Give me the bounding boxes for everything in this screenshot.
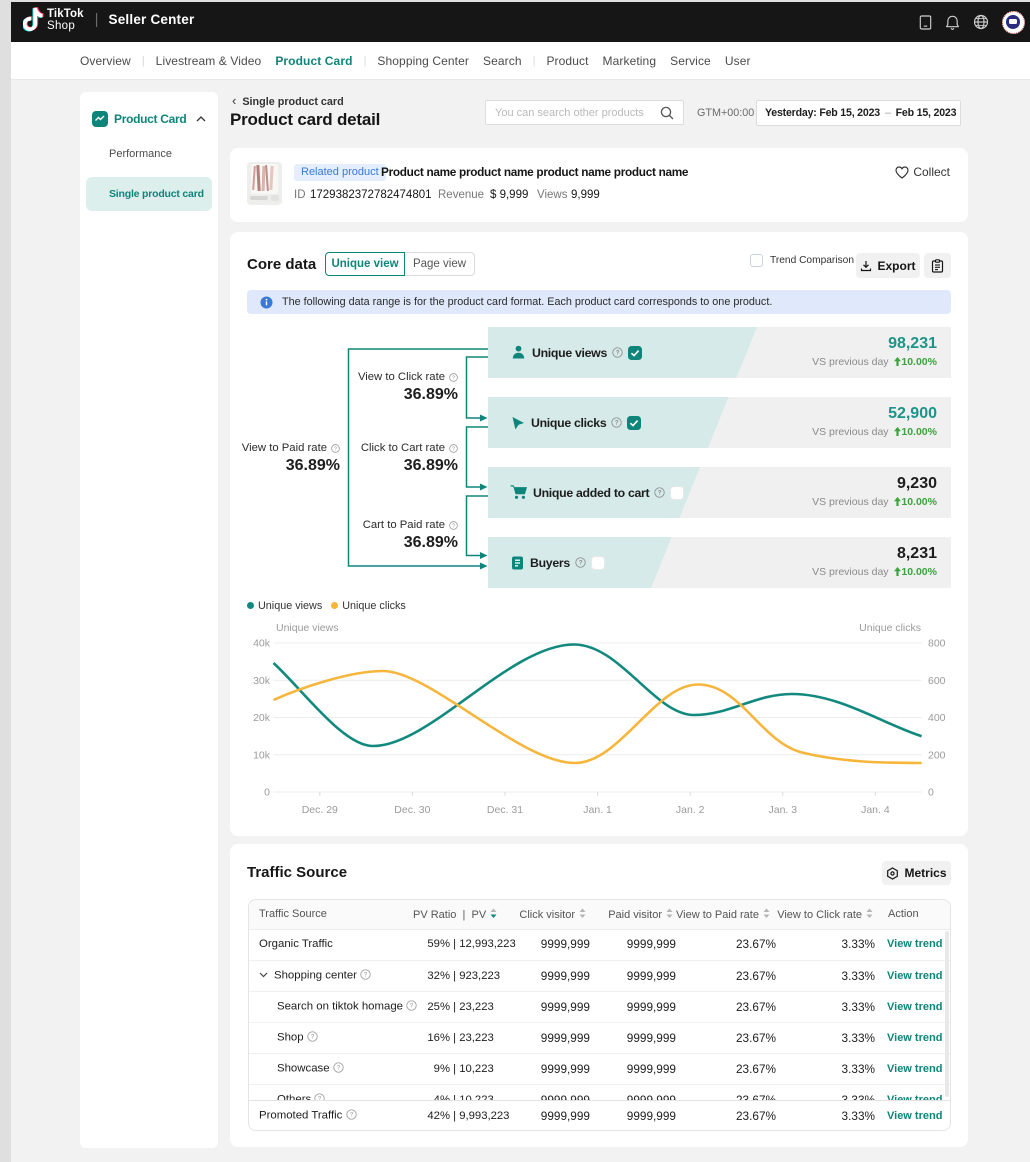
svg-text:0: 0 [264,787,270,799]
svg-text:10k: 10k [253,749,271,761]
svg-text:?: ? [452,375,455,381]
svg-text:?: ? [579,560,583,567]
svg-text:Jan. 1: Jan. 1 [583,804,612,816]
svg-text:Dec. 31: Dec. 31 [487,804,523,816]
svg-text:?: ? [311,1034,315,1041]
svg-text:?: ? [452,523,455,529]
svg-text:40k: 40k [253,638,271,650]
svg-text:?: ? [334,446,337,452]
svg-text:200: 200 [928,749,946,761]
svg-text:?: ? [615,420,619,427]
svg-text:Jan. 4: Jan. 4 [861,804,890,816]
svg-text:30k: 30k [253,675,271,687]
svg-text:20k: 20k [253,712,271,724]
svg-text:?: ? [336,1065,340,1072]
svg-text:0: 0 [928,787,934,799]
svg-text:?: ? [616,350,620,357]
svg-text:?: ? [658,490,662,497]
svg-text:Jan. 2: Jan. 2 [676,804,705,816]
svg-text:?: ? [452,446,455,452]
svg-text:Dec. 30: Dec. 30 [394,804,430,816]
svg-text:Dec. 29: Dec. 29 [302,804,338,816]
svg-text:?: ? [349,1112,353,1119]
svg-text:Unique clicks: Unique clicks [859,622,921,634]
svg-text:Jan. 3: Jan. 3 [768,804,797,816]
svg-text:?: ? [364,972,368,979]
svg-text:Unique views: Unique views [276,622,338,634]
svg-text:800: 800 [928,638,946,650]
svg-text:400: 400 [928,712,946,724]
svg-text:?: ? [410,1003,414,1010]
svg-text:600: 600 [928,675,946,687]
